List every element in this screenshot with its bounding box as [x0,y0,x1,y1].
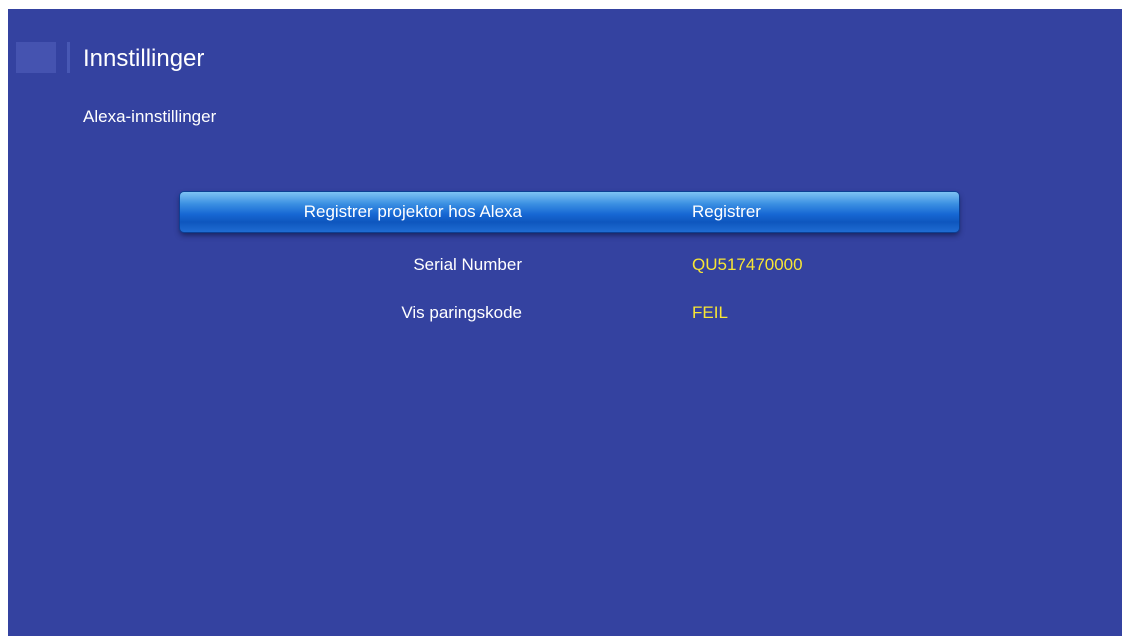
serial-number-value: QU517470000 [692,255,803,274]
settings-icon [16,42,56,73]
menu-item-label: Registrer projektor hos Alexa [303,202,522,221]
pairing-code-value: FEIL [692,303,728,322]
menu-item-label: Serial Number [413,255,522,274]
menu-item-label: Vis paringskode [401,303,522,322]
section-subtitle: Alexa-innstillinger [83,107,217,126]
menu-item-pairing-code[interactable]: Vis paringskode FEIL [180,293,959,333]
register-button[interactable]: Registrer [692,202,761,222]
settings-screen: Innstillinger Alexa-innstillinger Regist… [8,9,1122,636]
menu-item-serial-number[interactable]: Serial Number QU517470000 [180,245,959,285]
menu-item-register-alexa[interactable]: Registrer projektor hos Alexa Registrer [180,192,959,232]
header-divider [67,42,70,73]
page-title: Innstillinger [83,45,205,72]
